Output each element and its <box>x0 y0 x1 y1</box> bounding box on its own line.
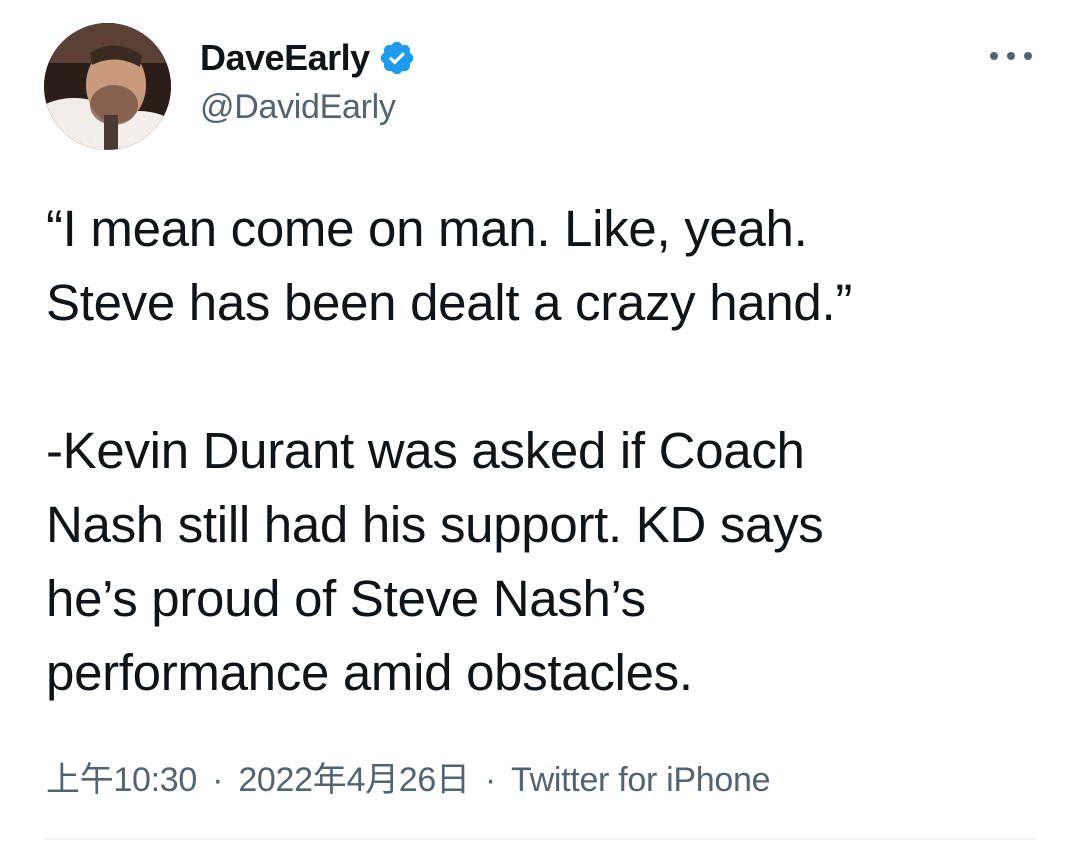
avatar[interactable] <box>44 23 171 150</box>
divider <box>44 838 1036 840</box>
more-dot <box>990 52 998 60</box>
tweet-line: -Kevin Durant was asked if Coach <box>46 422 805 479</box>
more-options-icon[interactable] <box>990 48 1032 64</box>
more-dot <box>1024 52 1032 60</box>
verified-badge-icon <box>378 39 416 77</box>
tweet-line: “I mean come on man. Like, yeah. <box>46 200 808 257</box>
tweet-line: Nash still had his support. KD says <box>46 496 824 553</box>
tweet-date[interactable]: 2022年4月26日 <box>238 761 470 799</box>
meta-separator: · <box>484 761 496 799</box>
tweet-source[interactable]: Twitter for iPhone <box>511 761 770 799</box>
tweet-card: DaveEarly @DavidEarly “I mean come on ma… <box>0 0 1080 845</box>
more-dot <box>1007 52 1015 60</box>
avatar-photo <box>44 23 171 150</box>
meta-separator: · <box>212 761 224 799</box>
tweet-meta: 上午10:30 · 2022年4月26日 · Twitter for iPhon… <box>46 752 771 801</box>
tweet-text: “I mean come on man. Like, yeah. Steve h… <box>46 192 1046 710</box>
author-name-row[interactable]: DaveEarly <box>200 36 416 80</box>
tweet-line: Steve has been dealt a crazy hand.” <box>46 274 853 331</box>
display-name[interactable]: DaveEarly <box>200 37 370 79</box>
tweet-time[interactable]: 上午10:30 <box>46 761 197 799</box>
tweet-line: he’s proud of Steve Nash’s <box>46 570 646 627</box>
author-handle[interactable]: @DavidEarly <box>200 88 396 127</box>
tweet-line: performance amid obstacles. <box>46 644 693 701</box>
